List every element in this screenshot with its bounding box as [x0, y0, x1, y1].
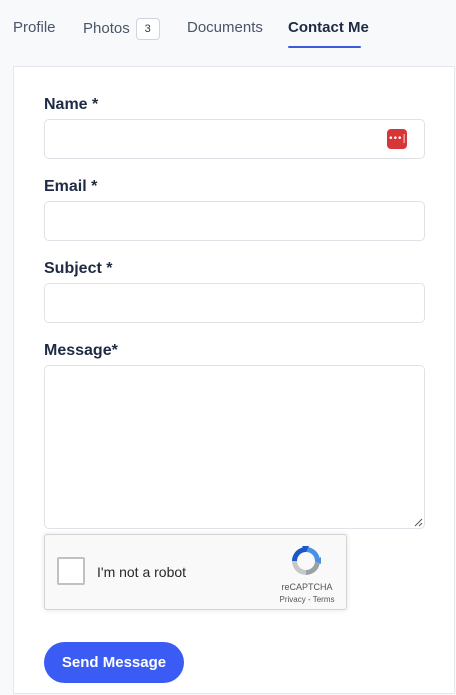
recaptcha-checkbox[interactable]	[57, 557, 85, 585]
active-tab-indicator	[288, 46, 361, 48]
message-textarea[interactable]	[44, 365, 425, 529]
message-label: Message*	[44, 342, 118, 359]
tab-profile[interactable]: Profile	[13, 19, 56, 36]
recaptcha-checkbox-label: I'm not a robot	[97, 564, 187, 580]
recaptcha-terms-link[interactable]: Terms	[313, 595, 335, 604]
tab-photos-label: Photos	[83, 20, 130, 37]
tab-documents-label: Documents	[187, 19, 263, 36]
email-label: Email *	[44, 178, 98, 195]
recaptcha-privacy-link[interactable]: Privacy	[280, 595, 306, 604]
recaptcha-links: Privacy - Terms	[271, 595, 343, 604]
tab-photos[interactable]: Photos 3	[83, 18, 160, 40]
password-manager-icon[interactable]: •••|	[387, 129, 407, 149]
resize-grip-icon[interactable]	[414, 518, 423, 527]
tab-documents[interactable]: Documents	[187, 19, 263, 36]
tab-profile-label: Profile	[13, 19, 56, 36]
tab-contact-me-label: Contact Me	[288, 19, 369, 36]
photos-count-badge: 3	[135, 18, 160, 40]
tab-contact-me[interactable]: Contact Me	[288, 19, 369, 36]
name-label: Name *	[44, 96, 99, 113]
subject-label: Subject *	[44, 260, 113, 277]
recaptcha-logo-icon	[292, 546, 321, 575]
name-input[interactable]	[44, 119, 425, 159]
recaptcha-widget: I'm not a robot reCAPTCHA Privacy - Term…	[44, 534, 347, 610]
profile-tabs: Profile Photos 3 Documents Contact Me	[0, 0, 456, 66]
recaptcha-brand-text: reCAPTCHA	[281, 582, 333, 592]
email-input[interactable]	[44, 201, 425, 241]
subject-input[interactable]	[44, 283, 425, 323]
send-message-button[interactable]: Send Message	[44, 642, 184, 683]
recaptcha-links-separator: -	[305, 595, 313, 604]
